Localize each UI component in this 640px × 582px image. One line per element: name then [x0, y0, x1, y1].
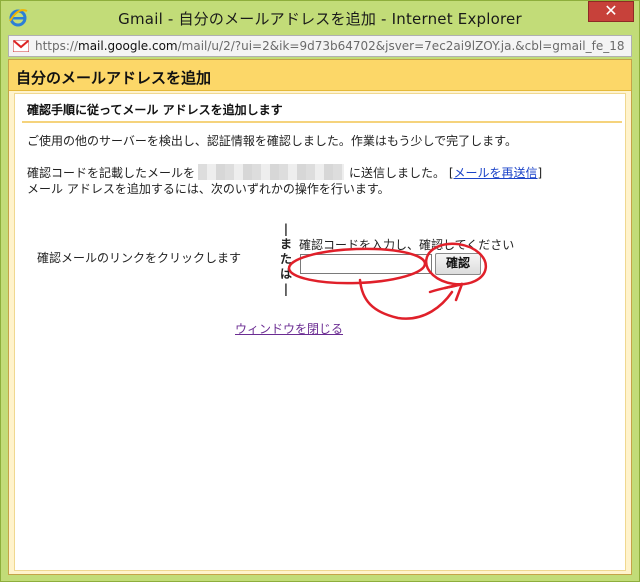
- gmail-icon: [13, 40, 29, 52]
- sent-suffix-line: に送信しました。 [メールを再送信]: [349, 164, 542, 181]
- redacted-email: [198, 164, 344, 180]
- url-host: mail.google.com: [78, 39, 178, 53]
- page-title: 自分のメールアドレスを追加: [16, 69, 212, 87]
- divider: [22, 121, 622, 123]
- sent-text: 確認コードを記載したメールを: [27, 164, 195, 181]
- or-separator: | ま た は |: [279, 222, 292, 296]
- sent-suffix: に送信しました。: [349, 166, 446, 180]
- url-text[interactable]: https://mail.google.com/mail/u/2/?ui=2&i…: [35, 39, 624, 53]
- title-bar: Gmail - 自分のメールアドレスを追加 - Internet Explore…: [1, 1, 639, 35]
- url-rest: /mail/u/2/?ui=2&ik=9d73b64702&jsver=7ec2…: [177, 39, 625, 53]
- sent-prefix: 確認コードを記載したメールを: [27, 166, 196, 180]
- url-prefix: https://: [35, 39, 79, 53]
- page-header: 自分のメールアドレスを追加: [9, 60, 631, 91]
- intro-text: ご使用の他のサーバーを検出し、認証情報を確認しました。作業はもう少しで完了します…: [27, 134, 517, 148]
- content-panel: 確認手順に従ってメール アドレスを追加します ご使用の他のサーバーを検出し、認証…: [14, 93, 626, 571]
- instruction-text: メール アドレスを追加するには、次のいずれかの操作を行います。: [27, 182, 390, 196]
- option-link-text: 確認メールのリンクをクリックします: [37, 251, 242, 265]
- page-content: 自分のメールアドレスを追加 確認手順に従ってメール アドレスを追加します ご使用…: [8, 59, 632, 575]
- resend-link[interactable]: メールを再送信: [454, 166, 538, 180]
- address-bar[interactable]: https://mail.google.com/mail/u/2/?ui=2&i…: [8, 35, 632, 57]
- close-window-link[interactable]: ウィンドウを閉じる: [235, 320, 343, 337]
- window-title: Gmail - 自分のメールアドレスを追加 - Internet Explore…: [118, 10, 522, 28]
- confirm-button[interactable]: 確認: [435, 253, 481, 275]
- code-prompt: 確認コードを入力し、確認してください: [299, 238, 515, 252]
- browser-window: Gmail - 自分のメールアドレスを追加 - Internet Explore…: [0, 0, 640, 582]
- close-button[interactable]: ✕: [588, 1, 634, 22]
- verification-code-input[interactable]: [300, 254, 432, 274]
- resend-bracket-close: ]: [537, 166, 543, 180]
- close-window-link-text[interactable]: ウィンドウを閉じる: [235, 322, 343, 336]
- close-icon: ✕: [604, 1, 618, 20]
- sub-heading: 確認手順に従ってメール アドレスを追加します: [27, 103, 283, 117]
